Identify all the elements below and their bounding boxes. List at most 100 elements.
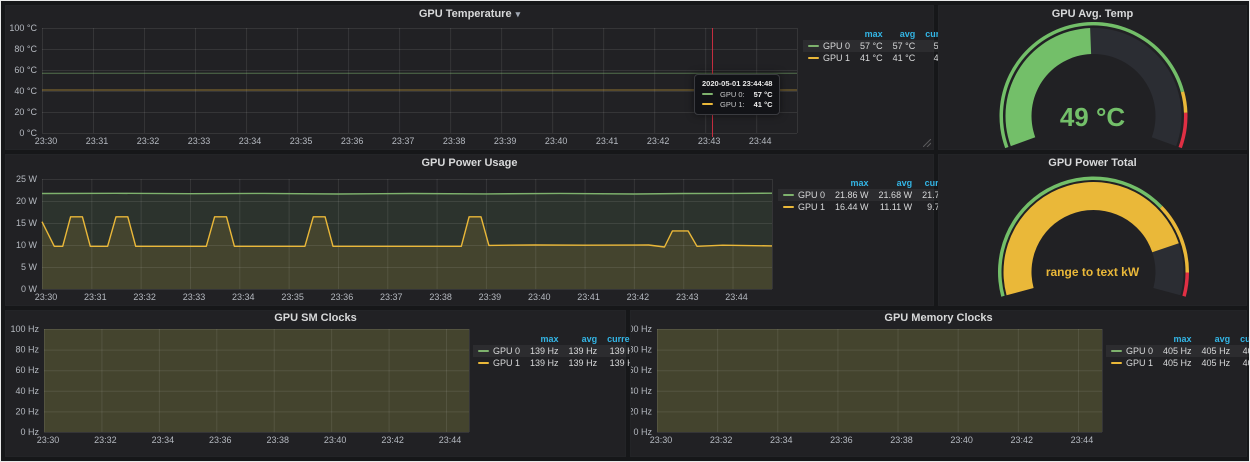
svg-text:23:38: 23:38	[266, 435, 289, 445]
svg-text:40 Hz: 40 Hz	[15, 386, 39, 396]
legend-series-label: GPU 0	[493, 346, 520, 356]
legend-series-gpu1[interactable]: GPU 1	[1106, 357, 1158, 369]
chart-gpu-sm-clocks[interactable]: 0 Hz20 Hz40 Hz60 Hz80 Hz100 Hz23:3023:32…	[6, 325, 473, 456]
legend-gpu-temperature: max avg current GPU 0 57 °C 57 °C 57 °C …	[803, 22, 933, 149]
series-dash-icon	[702, 93, 713, 95]
legend-gpu-power-usage: max avg current GPU 0 21.86 W 21.68 W 21…	[778, 171, 933, 305]
panel-title-text: GPU Power Total	[1048, 157, 1136, 169]
legend-header-avg[interactable]: avg	[1197, 333, 1236, 345]
series-dash-icon	[783, 206, 794, 208]
svg-text:5 W: 5 W	[21, 262, 38, 272]
legend-value: 21.86 W	[830, 189, 874, 201]
legend-value: 139 Hz	[525, 357, 564, 369]
legend-series-gpu0[interactable]: GPU 0	[473, 345, 525, 357]
legend-value: 11.11 W	[874, 201, 918, 213]
svg-text:23:35: 23:35	[290, 136, 313, 146]
tooltip-row: GPU 0: 57 °C	[702, 90, 772, 100]
legend-value: 405 Hz	[1158, 345, 1197, 357]
legend-series-label: GPU 1	[1126, 358, 1153, 368]
svg-text:23:43: 23:43	[698, 136, 721, 146]
legend-header-avg[interactable]: avg	[874, 177, 918, 189]
svg-text:23:40: 23:40	[545, 136, 568, 146]
panel-title-text: GPU Temperature	[419, 8, 512, 20]
legend-value: 405 Hz	[1197, 345, 1236, 357]
gauge-gpu-power-total	[939, 171, 1246, 305]
series-dash-icon	[478, 350, 489, 352]
series-dash-icon	[808, 45, 819, 47]
svg-text:60 Hz: 60 Hz	[15, 365, 39, 375]
panel-title-gpu-power-total[interactable]: GPU Power Total	[939, 155, 1246, 171]
panel-title-gpu-memory-clocks[interactable]: GPU Memory Clocks	[631, 311, 1246, 325]
legend-series-gpu1[interactable]: GPU 1	[778, 201, 830, 213]
legend-header-current[interactable]: current	[1235, 333, 1250, 345]
legend-header-avg[interactable]: avg	[564, 333, 603, 345]
series-dash-icon	[1111, 350, 1122, 352]
svg-text:23:38: 23:38	[443, 136, 466, 146]
svg-text:23:39: 23:39	[479, 292, 502, 302]
svg-text:23:38: 23:38	[890, 435, 913, 445]
svg-text:23:36: 23:36	[830, 435, 853, 445]
panel-title-text: GPU SM Clocks	[274, 312, 357, 324]
panel-title-gpu-avg-temp[interactable]: GPU Avg. Temp	[939, 6, 1246, 22]
legend-value: 405 Hz	[1235, 345, 1250, 357]
svg-text:23:33: 23:33	[183, 292, 206, 302]
series-dash-icon	[702, 103, 713, 105]
legend-series-gpu1[interactable]: GPU 1	[803, 52, 855, 64]
svg-text:23:37: 23:37	[380, 292, 403, 302]
series-dash-icon	[1111, 362, 1122, 364]
svg-text:23:30: 23:30	[35, 136, 58, 146]
series-dash-icon	[808, 57, 819, 59]
legend-header-max[interactable]: max	[830, 177, 874, 189]
svg-text:23:34: 23:34	[152, 435, 175, 445]
tooltip-series-name: GPU 0:	[720, 90, 745, 100]
legend-row-gpu0: GPU 0 139 Hz 139 Hz 139 Hz	[473, 345, 643, 357]
tooltip-timestamp: 2020-05-01 23:44:48	[702, 79, 772, 88]
gauge-canvas	[939, 171, 1246, 305]
svg-text:23:41: 23:41	[577, 292, 600, 302]
panel-gpu-temperature: GPU Temperature ▾ 2020-05-01 23:44:48 GPU…	[5, 5, 934, 150]
chevron-down-icon[interactable]: ▾	[516, 9, 521, 19]
legend-series-label: GPU 1	[493, 358, 520, 368]
svg-text:23:44: 23:44	[1071, 435, 1094, 445]
legend-value: 21.68 W	[874, 189, 918, 201]
legend-series-gpu1[interactable]: GPU 1	[473, 357, 525, 369]
chart-canvas: 0 Hz20 Hz40 Hz60 Hz80 Hz100 Hz23:3023:32…	[631, 325, 1106, 456]
legend-series-label: GPU 0	[823, 41, 850, 51]
legend-series-gpu0[interactable]: GPU 0	[803, 40, 855, 52]
svg-text:60 Hz: 60 Hz	[631, 365, 652, 375]
legend-header-max[interactable]: max	[1158, 333, 1197, 345]
chart-gpu-memory-clocks[interactable]: 0 Hz20 Hz40 Hz60 Hz80 Hz100 Hz23:3023:32…	[631, 325, 1106, 456]
resize-handle-icon[interactable]	[923, 139, 931, 147]
svg-text:23:35: 23:35	[281, 292, 304, 302]
svg-text:15 W: 15 W	[16, 218, 38, 228]
svg-text:100 Hz: 100 Hz	[10, 325, 39, 334]
svg-text:25 W: 25 W	[16, 174, 38, 184]
legend-header-max[interactable]: max	[525, 333, 564, 345]
panel-title-gpu-power-usage[interactable]: GPU Power Usage	[6, 155, 933, 171]
panel-title-gpu-temperature[interactable]: GPU Temperature ▾	[6, 6, 933, 22]
gridlines	[42, 28, 798, 134]
svg-text:23:44: 23:44	[725, 292, 748, 302]
legend-header-row: max avg current	[1106, 333, 1250, 345]
svg-text:23:34: 23:34	[239, 136, 262, 146]
gauge-value-temp: 49 °C	[939, 102, 1246, 133]
series-line	[42, 193, 772, 194]
tooltip-series-value: 57 °C	[754, 90, 773, 100]
panel-title-text: GPU Memory Clocks	[884, 312, 992, 324]
legend-row-gpu0: GPU 0 21.86 W 21.68 W 21.77 W	[778, 189, 961, 201]
chart-gpu-temperature[interactable]: 2020-05-01 23:44:48 GPU 0: 57 °C GPU 1: …	[6, 22, 803, 149]
grafana-dashboard: GPU Temperature ▾ 2020-05-01 23:44:48 GPU…	[0, 0, 1250, 462]
legend-series-gpu0[interactable]: GPU 0	[1106, 345, 1158, 357]
legend-series-label: GPU 1	[798, 202, 825, 212]
legend-header-max[interactable]: max	[855, 28, 888, 40]
legend-series-gpu0[interactable]: GPU 0	[778, 189, 830, 201]
chart-gpu-power-usage[interactable]: 0 W5 W10 W15 W20 W25 W23:3023:3123:3223:…	[6, 171, 778, 305]
series-dash-icon	[783, 194, 794, 196]
svg-text:23:44: 23:44	[749, 136, 772, 146]
svg-text:80 °C: 80 °C	[14, 44, 37, 54]
svg-text:23:36: 23:36	[341, 136, 364, 146]
panel-title-gpu-sm-clocks[interactable]: GPU SM Clocks	[6, 311, 625, 325]
legend-header-avg[interactable]: avg	[888, 28, 921, 40]
legend-value: 139 Hz	[525, 345, 564, 357]
svg-text:20 Hz: 20 Hz	[15, 406, 39, 416]
